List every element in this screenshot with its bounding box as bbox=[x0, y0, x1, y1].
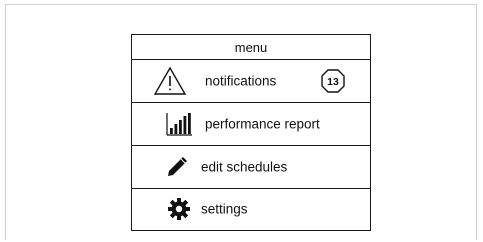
menu-title: menu bbox=[132, 35, 370, 60]
menu-item-label: notifications bbox=[205, 73, 277, 89]
pencil-icon bbox=[168, 157, 187, 176]
menu-panel: menu notifications 13 performance report… bbox=[131, 34, 371, 231]
gear-icon bbox=[168, 198, 190, 220]
menu-item-label: edit schedules bbox=[201, 159, 288, 175]
warning-icon bbox=[153, 66, 187, 95]
menu-item-settings[interactable]: settings bbox=[132, 189, 370, 229]
window-frame: menu notifications 13 performance report… bbox=[5, 4, 477, 240]
menu-item-notifications[interactable]: notifications 13 bbox=[132, 60, 370, 103]
menu-item-performance-report[interactable]: performance report bbox=[132, 103, 370, 146]
menu-item-label: performance report bbox=[205, 116, 320, 132]
notification-count: 13 bbox=[327, 76, 339, 88]
menu-item-label: settings bbox=[201, 201, 248, 217]
menu-item-edit-schedules[interactable]: edit schedules bbox=[132, 146, 370, 189]
notification-count-badge: 13 bbox=[321, 69, 345, 93]
bar-chart-icon bbox=[166, 113, 192, 136]
